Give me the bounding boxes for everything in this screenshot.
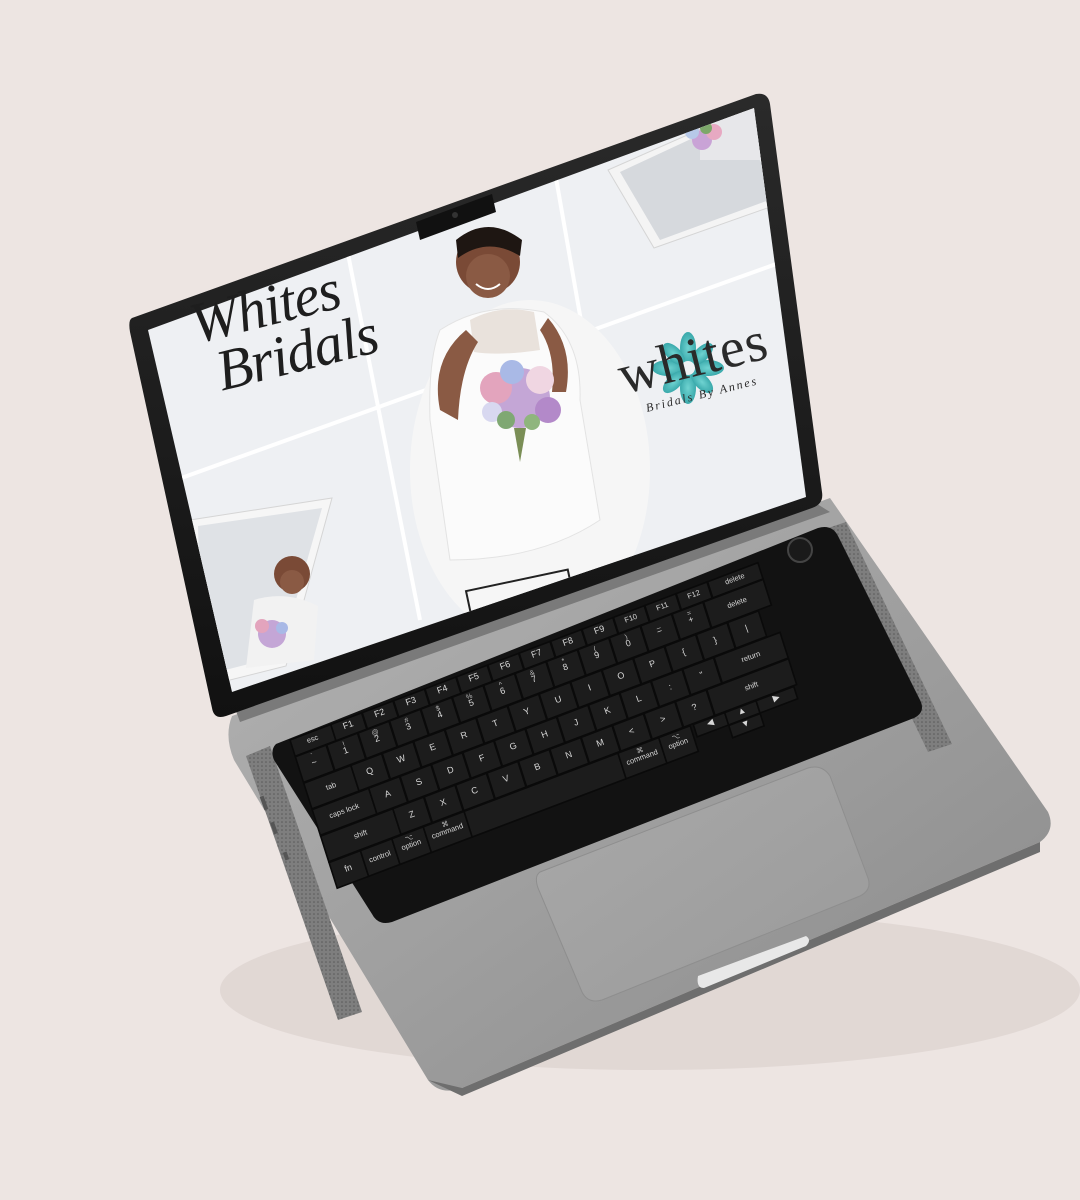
touch-id-button[interactable]: [787, 537, 813, 563]
camera-icon: [452, 212, 458, 218]
laptop-mockup-scene: escF1F2F3F4F5F6F7F8F9F10F11F12delete~`1!…: [129, 93, 1080, 1096]
